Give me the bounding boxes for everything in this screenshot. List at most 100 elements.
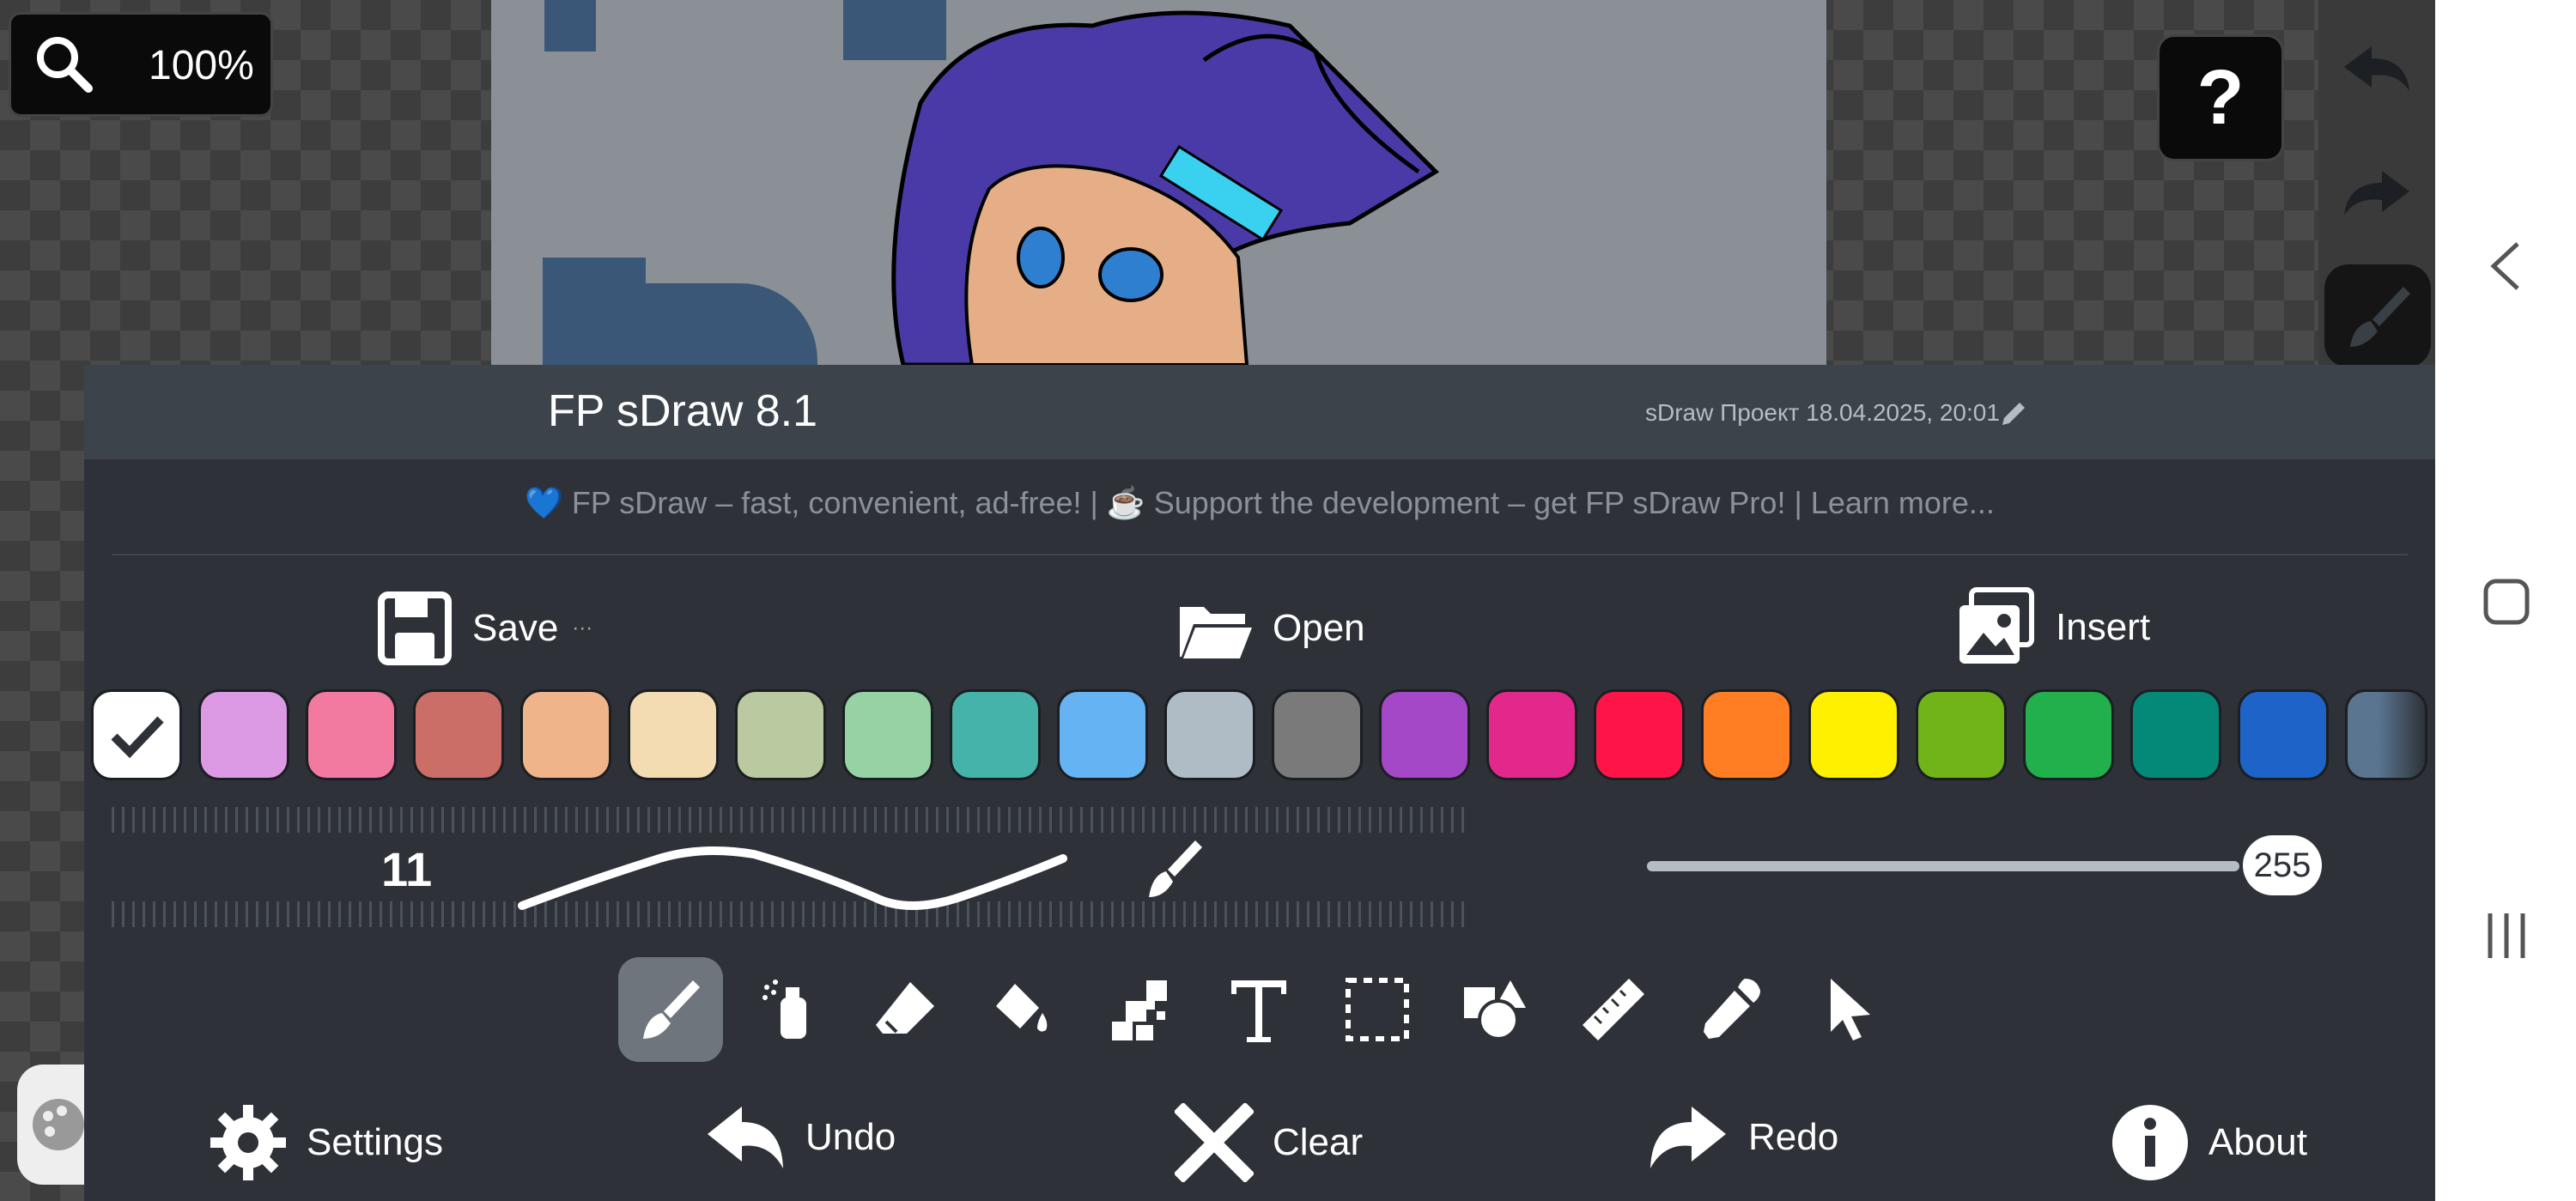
app-screen: 100% ? FP sDraw 8.1 sDraw Проект 18.04.2… — [0, 0, 2576, 1201]
text-t-icon — [1231, 980, 1286, 1042]
brush-preview-icon[interactable] — [1140, 835, 1209, 904]
selection-rect-icon — [1346, 978, 1409, 1041]
redo-label: Redo — [1748, 1116, 1839, 1158]
back-chevron-icon[interactable] — [2488, 240, 2523, 292]
color-swatch[interactable] — [91, 689, 182, 780]
color-swatch[interactable] — [1164, 689, 1255, 780]
undo-arrow-icon — [708, 1107, 783, 1168]
tool-panel: FP sDraw 8.1 sDraw Проект 18.04.2025, 20… — [84, 365, 2435, 1201]
insert-image-icon — [1959, 587, 2034, 664]
promo-banner[interactable]: 💙 FP sDraw – fast, convenient, ad-free! … — [84, 485, 2435, 521]
home-square-icon[interactable] — [2483, 579, 2530, 625]
open-button[interactable]: Open — [1176, 590, 1365, 667]
insert-label: Insert — [2056, 606, 2151, 648]
redo-arrow-icon — [2344, 171, 2409, 215]
color-swatch[interactable] — [2345, 689, 2427, 780]
settings-button[interactable]: Settings — [209, 1103, 443, 1182]
tool-ruler[interactable] — [1561, 957, 1666, 1062]
redo-button[interactable]: Redo — [1647, 1103, 1838, 1172]
ruler-icon — [1583, 979, 1644, 1040]
color-swatch[interactable] — [413, 689, 504, 780]
zoom-icon — [37, 37, 93, 93]
color-swatch[interactable] — [1272, 689, 1363, 780]
edit-pencil-icon[interactable] — [1999, 399, 2028, 428]
color-swatch[interactable] — [1701, 689, 1792, 780]
opacity-value[interactable]: 255 — [2243, 835, 2322, 895]
color-swatch[interactable] — [628, 689, 719, 780]
recent-apps-icon[interactable] — [2483, 910, 2530, 961]
info-icon — [2112, 1105, 2188, 1180]
color-swatch[interactable] — [2238, 689, 2329, 780]
eyedropper-icon — [1704, 979, 1760, 1039]
color-swatch[interactable] — [1486, 689, 1577, 780]
open-label: Open — [1273, 607, 1365, 649]
tool-fill[interactable] — [971, 957, 1076, 1062]
insert-button[interactable]: Insert — [1954, 586, 2150, 669]
color-swatch[interactable] — [735, 689, 826, 780]
palette-chip-button[interactable] — [17, 1065, 86, 1185]
tool-brush[interactable] — [618, 957, 723, 1062]
undo-arrow-icon — [2344, 46, 2409, 91]
help-button[interactable]: ? — [2157, 34, 2284, 161]
brush-size-value: 11 — [381, 842, 433, 896]
tool-pointer[interactable] — [1797, 957, 1902, 1062]
color-swatch[interactable] — [950, 689, 1041, 780]
color-swatch[interactable] — [2130, 689, 2221, 780]
about-button[interactable]: About — [2111, 1103, 2307, 1182]
checkmark-icon — [111, 716, 164, 759]
zoom-value: 100% — [149, 43, 254, 88]
tool-spray[interactable] — [735, 957, 840, 1062]
brush-icon — [2350, 287, 2410, 347]
redo-arrow-icon — [1650, 1107, 1726, 1168]
save-more-indicator: ··· — [572, 616, 593, 640]
undo-button[interactable]: Undo — [704, 1103, 896, 1172]
folder-open-icon — [1180, 607, 1252, 658]
color-swatch[interactable] — [2023, 689, 2114, 780]
spray-can-icon — [762, 980, 806, 1039]
redo-arrow-button[interactable] — [2325, 146, 2428, 240]
tool-text[interactable] — [1206, 957, 1311, 1062]
drawing-canvas[interactable] — [491, 0, 1826, 365]
about-label: About — [2208, 1121, 2307, 1163]
character-drawing — [891, 10, 1440, 365]
app-title: FP sDraw 8.1 — [548, 386, 818, 436]
pixel-blocks-icon — [1112, 980, 1167, 1040]
color-swatch[interactable] — [520, 689, 611, 780]
tool-eraser[interactable] — [853, 957, 957, 1062]
tool-pixel[interactable] — [1089, 957, 1194, 1062]
save-button[interactable]: Save ··· — [376, 590, 592, 667]
tool-selection[interactable] — [1325, 957, 1430, 1062]
color-swatch[interactable] — [1379, 689, 1470, 780]
color-swatch[interactable] — [842, 689, 933, 780]
clear-label: Clear — [1273, 1121, 1364, 1163]
settings-label: Settings — [307, 1121, 443, 1163]
color-swatch[interactable] — [1594, 689, 1685, 780]
color-swatch[interactable] — [306, 689, 397, 780]
color-palette — [91, 689, 2427, 780]
zoom-indicator[interactable]: 100% — [9, 12, 273, 117]
color-swatch[interactable] — [1808, 689, 1899, 780]
paint-bucket-icon — [996, 984, 1048, 1032]
close-x-icon — [1175, 1103, 1254, 1182]
palette-icon — [33, 1099, 84, 1150]
project-name[interactable]: sDraw Проект 18.04.2025, 20:01 — [1645, 399, 2000, 427]
eraser-icon — [876, 982, 934, 1034]
floppy-disk-icon — [378, 591, 452, 665]
undo-arrow-button[interactable] — [2325, 21, 2428, 116]
clear-button[interactable]: Clear — [1175, 1103, 1363, 1182]
divider — [112, 554, 2408, 555]
undo-label: Undo — [805, 1116, 896, 1158]
gear-icon — [210, 1105, 286, 1180]
tool-eyedropper[interactable] — [1679, 957, 1783, 1062]
brush-quick-button[interactable] — [2324, 264, 2431, 367]
color-swatch[interactable] — [1057, 689, 1148, 780]
pointer-arrow-icon — [1831, 979, 1870, 1040]
tool-shapes[interactable] — [1443, 957, 1547, 1062]
brush-stroke-preview[interactable] — [513, 828, 1080, 923]
brush-icon — [643, 980, 700, 1039]
shapes-icon — [1464, 980, 1526, 1040]
color-swatch[interactable] — [1916, 689, 2007, 780]
color-swatch[interactable] — [198, 689, 289, 780]
opacity-slider[interactable] — [1647, 861, 2239, 871]
system-navigation-bar — [2435, 0, 2576, 1201]
